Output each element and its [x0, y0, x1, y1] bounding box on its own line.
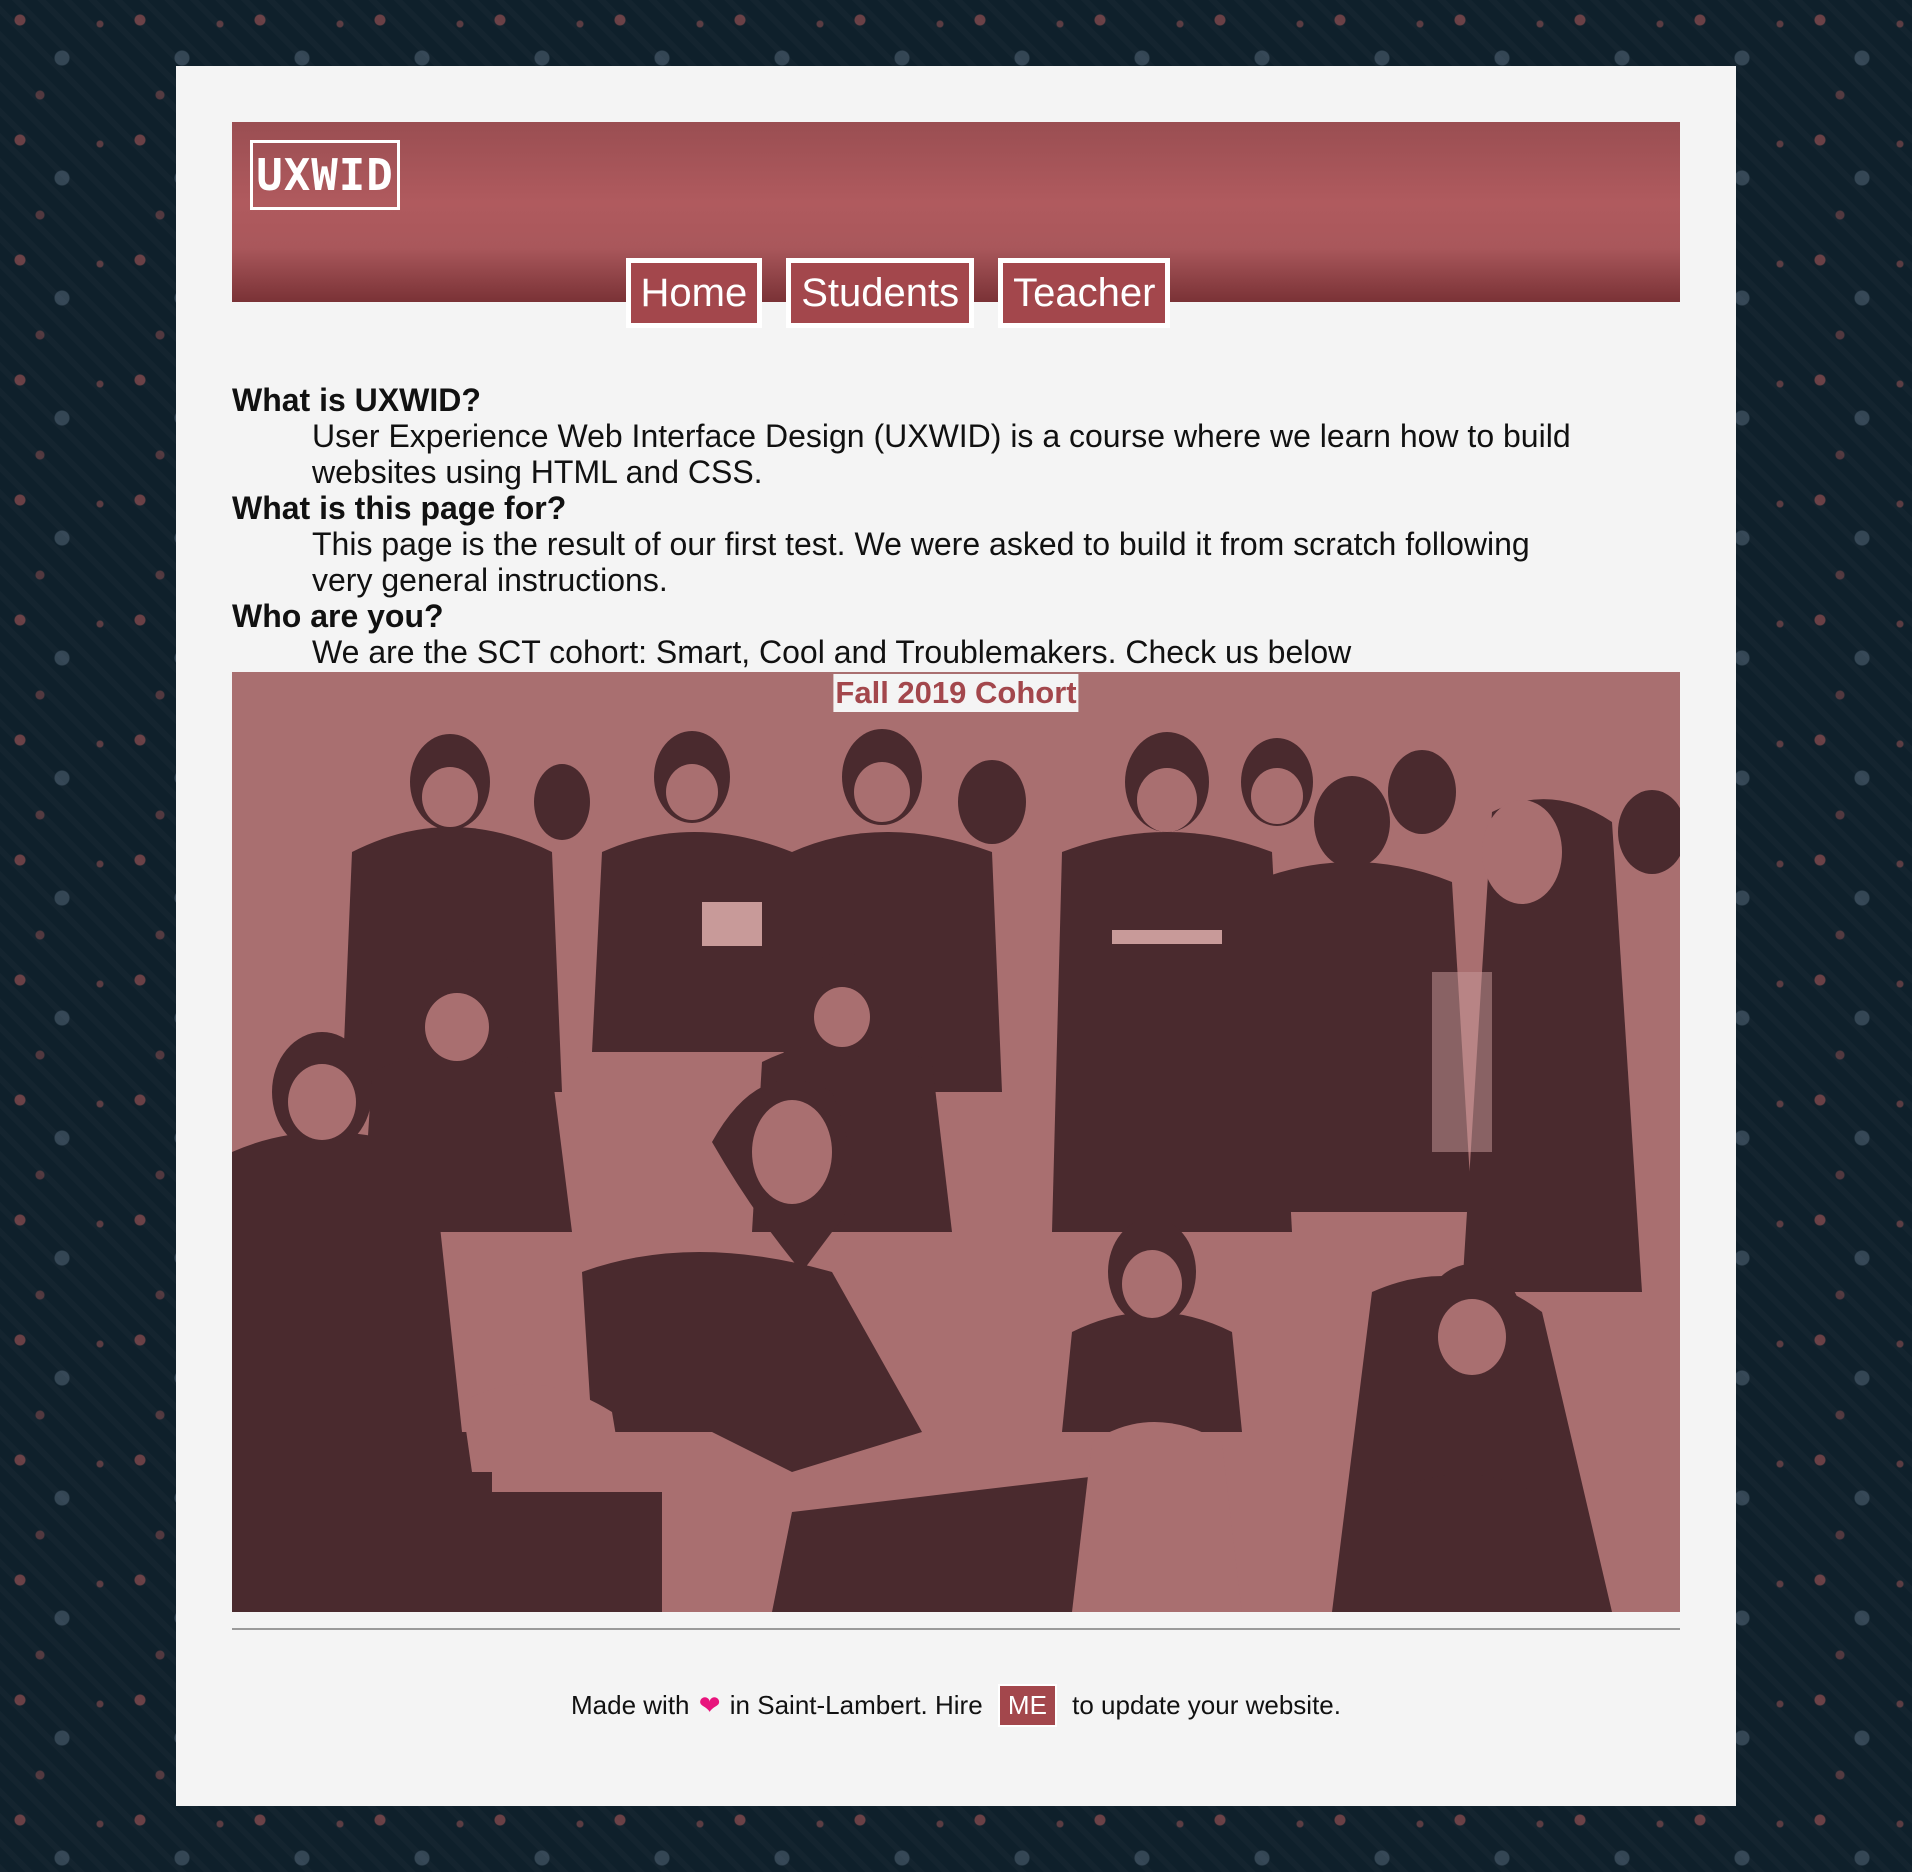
hire-me-link[interactable]: ME	[997, 1684, 1057, 1727]
footer-trailing: to update your website.	[1072, 1690, 1341, 1720]
site-footer: Made with ❤ in Saint-Lambert. Hire ME to…	[176, 1684, 1736, 1727]
footer-location: in Saint-Lambert. Hire	[729, 1690, 983, 1720]
nav-teacher[interactable]: Teacher	[998, 258, 1171, 328]
cohort-photo: Fall 2019 Cohort	[232, 672, 1680, 1612]
photo-caption: Fall 2019 Cohort	[833, 674, 1079, 712]
logo[interactable]: UXWID	[250, 140, 400, 210]
divider	[232, 1628, 1680, 1630]
main-panel: UXWID Home Students Teacher What is UXWI…	[176, 66, 1736, 1806]
cohort-photo-illustration	[232, 672, 1680, 1612]
heart-icon: ❤	[698, 1690, 721, 1720]
nav-students[interactable]: Students	[786, 258, 975, 328]
main-nav: Home Students Teacher	[232, 258, 1680, 328]
faq-answer: User Experience Web Interface Design (UX…	[312, 418, 1571, 490]
faq-question: What is UXWID?	[232, 382, 481, 418]
faq-answer: This page is the result of our first tes…	[312, 526, 1530, 598]
faq-list: What is UXWID? User Experience Web Inter…	[232, 382, 1680, 670]
faq-answer: We are the SCT cohort: Smart, Cool and T…	[312, 634, 1352, 670]
nav-home[interactable]: Home	[625, 258, 763, 328]
faq-question: What is this page for?	[232, 490, 567, 526]
faq-question: Who are you?	[232, 598, 444, 634]
site-header: UXWID Home Students Teacher	[232, 122, 1680, 328]
footer-made-with: Made with	[571, 1690, 690, 1720]
